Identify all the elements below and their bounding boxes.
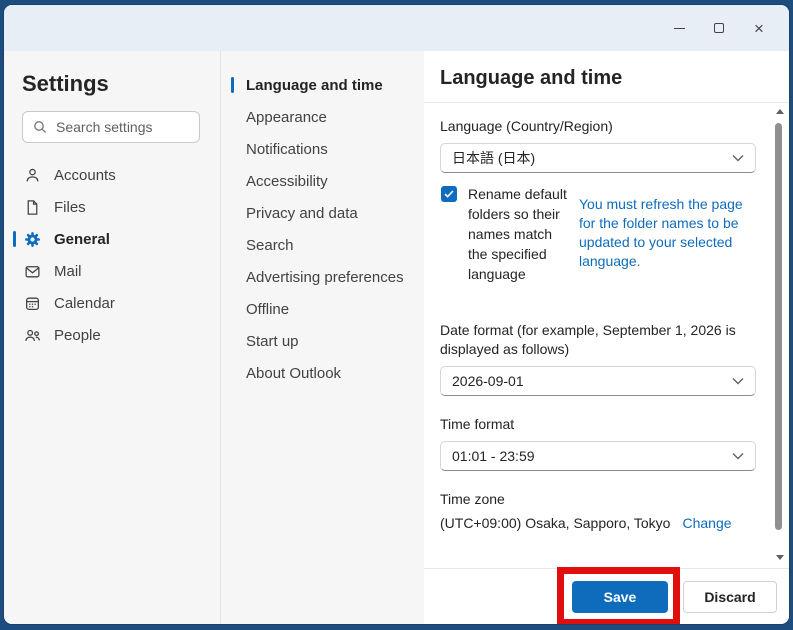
nav-item-language-and-time[interactable]: Language and time (221, 69, 424, 101)
sidebar-item-people[interactable]: People (4, 319, 220, 351)
selected-indicator (231, 77, 234, 93)
selected-indicator (13, 231, 16, 247)
time-zone-value: (UTC+09:00) Osaka, Sapporo, Tokyo (440, 515, 671, 531)
scrollbar-thumb[interactable] (775, 123, 782, 530)
language-dropdown[interactable]: 日本語 (日本) (440, 143, 756, 173)
nav-item-label: Offline (246, 300, 290, 318)
nav-item-accessibility[interactable]: Accessibility (221, 165, 424, 197)
close-icon: × (754, 18, 764, 38)
nav-item-label: Privacy and data (246, 204, 358, 222)
sidebar-item-files[interactable]: Files (4, 191, 220, 223)
time-format-dropdown[interactable]: 01:01 - 23:59 (440, 441, 756, 471)
date-format-dropdown[interactable]: 2026-09-01 (440, 366, 756, 396)
rename-folders-row: Rename default folders so their names ma… (440, 184, 759, 284)
nav-item-label: Notifications (246, 140, 328, 158)
person-icon (24, 167, 41, 184)
panel-header: Language and time (424, 51, 789, 103)
sidebar-item-label: Mail (54, 262, 82, 280)
rename-folders-checkbox[interactable] (441, 186, 457, 202)
panel-title: Language and time (440, 67, 623, 89)
search-settings-input[interactable] (56, 119, 186, 135)
people-icon (24, 327, 41, 344)
file-icon (24, 199, 41, 216)
time-format-label: Time format (440, 416, 515, 432)
panel-content: Language (Country/Region) 日本語 (日本) Renam… (424, 103, 789, 568)
save-button[interactable]: Save (572, 580, 668, 613)
nav-item-label: Search (246, 236, 294, 254)
settings-sidebar: Settings Accounts (4, 51, 220, 624)
nav-item-appearance[interactable]: Appearance (221, 101, 424, 133)
nav-item-label: Language and time (246, 76, 383, 94)
nav-item-advertising-preferences[interactable]: Advertising preferences (221, 261, 424, 293)
rename-folders-label: Rename default folders so their names ma… (468, 186, 567, 282)
search-settings-box[interactable] (22, 111, 200, 143)
sidebar-item-general[interactable]: General (4, 223, 220, 255)
calendar-icon (24, 295, 41, 312)
mail-icon (24, 263, 41, 280)
nav-item-label: About Outlook (246, 364, 342, 382)
close-button[interactable]: × (739, 12, 779, 44)
sidebar-item-label: Files (54, 198, 86, 216)
panel-footer: Save Discard (424, 566, 789, 624)
discard-button[interactable]: Discard (683, 580, 777, 613)
change-time-zone-link[interactable]: Change (682, 515, 731, 531)
sidebar-item-accounts[interactable]: Accounts (4, 159, 220, 191)
scroll-up-icon[interactable] (776, 109, 784, 114)
language-and-time-panel: Language and time Language (Country/Regi… (424, 51, 789, 624)
language-label: Language (Country/Region) (440, 118, 613, 134)
nav-item-label: Appearance (246, 108, 327, 126)
scroll-down-icon[interactable] (776, 555, 784, 560)
general-section-nav: Language and time Appearance Notificatio… (220, 51, 424, 624)
sidebar-item-label: Accounts (54, 166, 116, 184)
titlebar: × (4, 5, 789, 51)
settings-window: × Settings Search settings Accounts File… (4, 5, 789, 624)
maximize-icon (714, 23, 724, 33)
sidebar-item-label: General (54, 230, 110, 248)
date-format-value: 2026-09-01 (452, 373, 524, 389)
chevron-down-icon (732, 452, 744, 460)
sidebar-item-calendar[interactable]: Calendar (4, 287, 220, 319)
nav-item-offline[interactable]: Offline (221, 293, 424, 325)
minimize-icon (673, 27, 685, 29)
settings-title: Settings (22, 71, 109, 96)
nav-item-label: Accessibility (246, 172, 328, 190)
gear-icon (24, 231, 41, 248)
chevron-down-icon (732, 377, 744, 385)
minimize-button[interactable] (659, 12, 699, 44)
nav-item-notifications[interactable]: Notifications (221, 133, 424, 165)
nav-item-start-up[interactable]: Start up (221, 325, 424, 357)
nav-item-privacy-and-data[interactable]: Privacy and data (221, 197, 424, 229)
language-dropdown-value: 日本語 (日本) (452, 150, 536, 166)
nav-item-search[interactable]: Search (221, 229, 424, 261)
scrollbar[interactable] (772, 107, 786, 562)
search-icon (32, 119, 48, 135)
maximize-button[interactable] (699, 12, 739, 44)
sidebar-item-mail[interactable]: Mail (4, 255, 220, 287)
sidebar-item-label: People (54, 326, 101, 344)
sidebar-item-label: Calendar (54, 294, 115, 312)
date-format-label: Date format (for example, September 1, 2… (440, 322, 736, 357)
nav-item-label: Advertising preferences (246, 268, 404, 286)
time-format-value: 01:01 - 23:59 (452, 448, 535, 464)
chevron-down-icon (732, 154, 744, 162)
sidebar-category-list: Accounts Files General Mail Calendar Peo… (4, 159, 220, 351)
nav-item-label: Start up (246, 332, 299, 350)
time-zone-label: Time zone (440, 491, 505, 507)
nav-item-about-outlook[interactable]: About Outlook (221, 357, 424, 389)
refresh-note: You must refresh the page for the folder… (579, 196, 743, 269)
